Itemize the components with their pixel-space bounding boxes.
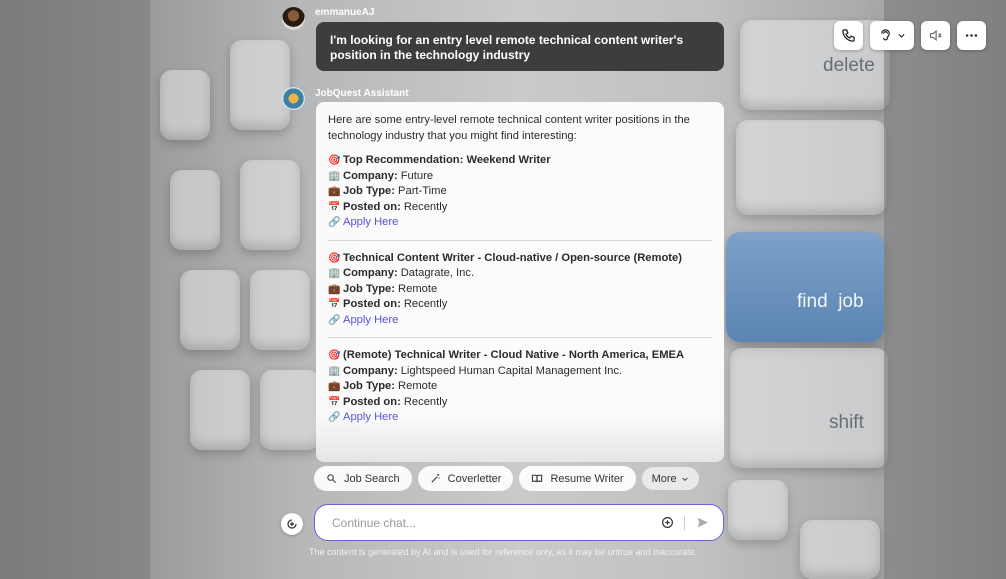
job-type-value: Remote bbox=[398, 380, 438, 392]
chevron-down-icon bbox=[681, 477, 688, 481]
user-message: I'm looking for an entry level remote te… bbox=[316, 22, 724, 71]
job-title: (Remote) Technical Writer - Cloud Native… bbox=[343, 349, 685, 361]
calendar-icon: 📅 bbox=[328, 201, 341, 213]
chip-label: Job Search bbox=[344, 472, 400, 485]
chevron-down-icon bbox=[898, 33, 905, 38]
chip-label: Coverletter bbox=[447, 472, 502, 485]
assistant-intro: Here are some entry-level remote technic… bbox=[328, 114, 690, 142]
shift-key-label: shift bbox=[829, 412, 864, 433]
user-name: emmanueAJ bbox=[315, 7, 375, 18]
send-button[interactable] bbox=[691, 512, 713, 534]
target-icon: 🎯 bbox=[328, 155, 341, 166]
calendar-icon: 📅 bbox=[328, 396, 341, 408]
job-type-label: Job Type: bbox=[343, 282, 396, 295]
link-icon: 🔗 bbox=[328, 217, 341, 228]
speaker-mute-icon bbox=[929, 29, 942, 42]
apply-link[interactable]: Apply Here bbox=[343, 313, 398, 329]
more-options-button[interactable] bbox=[957, 21, 986, 50]
search-icon bbox=[327, 474, 337, 484]
delete-key-label: delete bbox=[823, 55, 875, 76]
attach-icon bbox=[287, 519, 297, 529]
job-card: 🎯 Technical Content Writer - Cloud-native… bbox=[328, 239, 712, 338]
company-value: Lightspeed Human Capital Management Inc. bbox=[400, 364, 623, 377]
posted-value: Recently bbox=[403, 298, 448, 310]
chat-composer bbox=[314, 504, 724, 541]
company-label: Company: bbox=[343, 364, 398, 377]
add-button[interactable] bbox=[656, 512, 678, 534]
target-icon: 🎯 bbox=[328, 350, 341, 361]
disclaimer-text: The content is generated by AI and is us… bbox=[308, 547, 698, 557]
posted-label: Posted on: bbox=[343, 200, 401, 213]
posted-label: Posted on: bbox=[343, 298, 401, 310]
job-type-value: Part-Time bbox=[398, 185, 447, 197]
assistant-message: Here are some entry-level remote technic… bbox=[316, 102, 724, 462]
more-chip[interactable]: More bbox=[641, 467, 699, 490]
company-value: Datagrate, Inc. bbox=[400, 267, 475, 279]
target-icon: 🎯 bbox=[328, 252, 341, 264]
posted-value: Recently bbox=[403, 395, 448, 408]
find-job-key-label: find job bbox=[797, 291, 864, 312]
magic-wand-icon bbox=[431, 473, 440, 483]
job-title: Top Recommendation: Weekend Writer bbox=[343, 154, 551, 166]
chat-input[interactable] bbox=[330, 514, 656, 531]
building-icon: 🏢 bbox=[328, 268, 341, 279]
quick-actions: Job Search Coverletter Resume Writer Mor… bbox=[314, 466, 699, 491]
assistant-avatar bbox=[282, 87, 305, 110]
assistant-name: JobQuest Assistant bbox=[315, 88, 409, 99]
call-button[interactable] bbox=[834, 21, 863, 50]
posted-value: Recently bbox=[403, 200, 448, 213]
disclaimer: The content is generated by AI and is us… bbox=[0, 547, 1006, 557]
find-job-key bbox=[726, 232, 884, 342]
posted-label: Posted on: bbox=[343, 395, 401, 408]
company-label: Company: bbox=[343, 267, 398, 279]
building-icon: 🏢 bbox=[328, 365, 341, 377]
send-icon bbox=[697, 517, 708, 528]
ellipsis-icon bbox=[965, 34, 978, 37]
voice-select-button[interactable] bbox=[870, 21, 914, 50]
header-controls bbox=[834, 21, 986, 50]
job-search-chip[interactable]: Job Search bbox=[314, 466, 412, 491]
briefcase-icon: 💼 bbox=[328, 283, 341, 295]
job-card: 🎯 Top Recommendation: Weekend Writer 🏢 Com… bbox=[328, 153, 712, 240]
calendar-icon: 📅 bbox=[328, 299, 341, 310]
more-label: More bbox=[651, 472, 677, 485]
attach-button[interactable] bbox=[281, 513, 303, 535]
apply-link[interactable]: Apply Here bbox=[343, 215, 398, 231]
book-icon bbox=[532, 474, 543, 483]
link-icon: 🔗 bbox=[328, 314, 341, 326]
coverletter-chip[interactable]: Coverletter bbox=[417, 466, 514, 491]
briefcase-icon: 💼 bbox=[328, 186, 341, 197]
mute-button[interactable] bbox=[921, 21, 950, 50]
phone-icon bbox=[842, 29, 855, 42]
job-type-label: Job Type: bbox=[343, 380, 396, 392]
job-type-label: Job Type: bbox=[343, 185, 396, 197]
plus-circle-icon bbox=[661, 517, 673, 528]
briefcase-icon: 💼 bbox=[328, 381, 341, 392]
job-title: Technical Content Writer - Cloud-native … bbox=[343, 251, 682, 264]
ear-icon bbox=[881, 29, 890, 41]
job-type-value: Remote bbox=[398, 282, 438, 295]
company-value: Future bbox=[400, 169, 434, 182]
chip-label: Resume Writer bbox=[550, 472, 624, 485]
resume-writer-chip[interactable]: Resume Writer bbox=[519, 466, 636, 491]
company-label: Company: bbox=[343, 169, 398, 182]
user-avatar bbox=[282, 7, 305, 30]
building-icon: 🏢 bbox=[328, 170, 341, 182]
